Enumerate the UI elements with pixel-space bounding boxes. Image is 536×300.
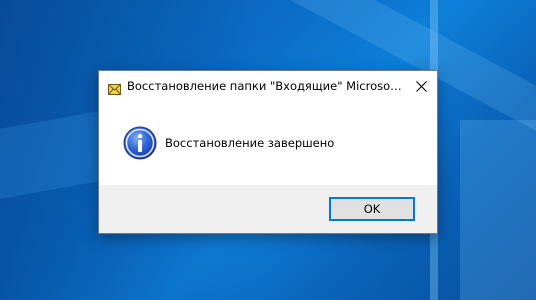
info-icon <box>123 126 157 160</box>
dialog-title: Восстановление папки "Входящие" Microsof… <box>127 79 403 93</box>
wallpaper-light-panel <box>460 120 536 300</box>
dialog-content: Восстановление завершено <box>99 101 437 185</box>
restore-dialog: Восстановление папки "Входящие" Microsof… <box>98 70 438 234</box>
close-icon <box>415 80 427 92</box>
message-text: Восстановление завершено <box>165 136 335 150</box>
close-button[interactable] <box>405 71 437 101</box>
ok-button[interactable]: OK <box>329 197 415 221</box>
dialog-footer: OK <box>99 185 437 233</box>
outlook-envelope-icon <box>108 80 121 95</box>
dialog-titlebar[interactable]: Восстановление папки "Входящие" Microsof… <box>99 71 437 101</box>
